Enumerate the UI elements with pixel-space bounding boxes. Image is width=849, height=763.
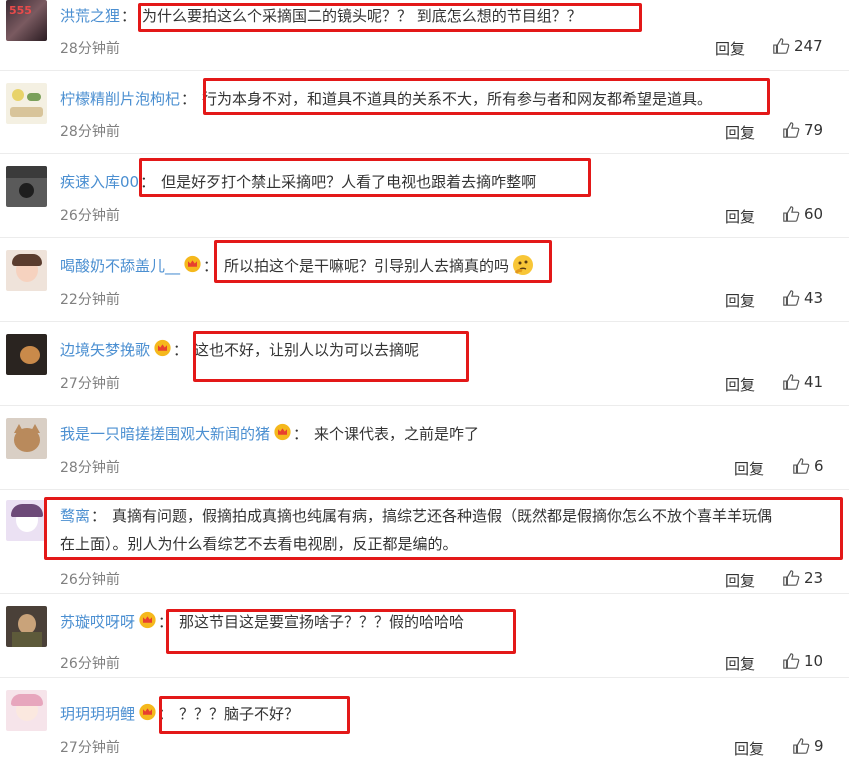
- timestamp: 28分钟前: [60, 41, 120, 57]
- username[interactable]: 边境矢梦挽歌: [60, 339, 150, 360]
- vip-crown-icon: [274, 423, 291, 441]
- like-button[interactable]: 60: [782, 205, 823, 223]
- avatar[interactable]: [6, 418, 47, 459]
- like-button[interactable]: 41: [782, 373, 823, 391]
- like-count: 23: [804, 569, 824, 587]
- highlight-box: [138, 3, 642, 32]
- vip-crown-icon: [139, 703, 156, 721]
- timestamp: 22分钟前: [60, 292, 120, 308]
- like-button[interactable]: 79: [782, 121, 823, 139]
- timestamp: 27分钟前: [60, 376, 120, 392]
- like-button[interactable]: 43: [782, 289, 823, 307]
- avatar[interactable]: [6, 250, 47, 291]
- comment-item: 苏璇哎呀呀 ：那这节目这是要宣扬啥子？？？假的哈哈哈 26分钟前 回复 10: [0, 594, 849, 677]
- like-count: 6: [814, 457, 824, 475]
- username[interactable]: 疾速入库00: [60, 171, 139, 192]
- comment-item: 我是一只暗搓搓围观大新闻的猪 ： 来个课代表，之前是咋了 28分钟前 回复 6: [0, 406, 849, 489]
- username[interactable]: 苏璇哎呀呀: [60, 611, 135, 632]
- highlight-box: [166, 609, 516, 654]
- highlight-box: [44, 497, 843, 560]
- comment-item: 边境矢梦挽歌 ：这也不好，让别人以为可以去摘呢 27分钟前 回复 41: [0, 322, 849, 405]
- like-button[interactable]: 23: [782, 569, 823, 587]
- thumbs-up-icon: [783, 374, 800, 390]
- avatar[interactable]: [6, 83, 47, 124]
- timestamp: 26分钟前: [60, 208, 120, 224]
- colon: ：: [293, 424, 309, 443]
- avatar[interactable]: [6, 690, 47, 731]
- username[interactable]: 我是一只暗搓搓围观大新闻的猪: [60, 423, 270, 444]
- like-button[interactable]: 247: [772, 37, 823, 55]
- highlight-box: [159, 696, 350, 734]
- reply-button[interactable]: 回复: [734, 458, 764, 479]
- colon: ：: [181, 89, 197, 108]
- like-count: 10: [804, 652, 824, 670]
- comment-item: 柠檬精削片泡枸杞：行为本身不对，和道具不道具的关系不大，所有参与者和网友都希望是…: [0, 71, 849, 153]
- comment-item: 555 洪荒之狸：为什么要拍这么个采摘国二的镜头呢？？ 到底怎么想的节目组？？ …: [0, 0, 849, 70]
- timestamp: 28分钟前: [60, 460, 120, 476]
- avatar[interactable]: [6, 334, 47, 375]
- like-button[interactable]: 6: [792, 457, 824, 475]
- like-button[interactable]: 9: [792, 737, 824, 755]
- username[interactable]: 洪荒之狸: [60, 5, 120, 26]
- vip-crown-icon: [139, 611, 156, 629]
- avatar[interactable]: 555: [6, 0, 47, 41]
- thumbs-up-icon: [783, 290, 800, 306]
- thumbs-up-icon: [783, 653, 800, 669]
- like-count: 79: [804, 121, 824, 139]
- timestamp: 28分钟前: [60, 124, 120, 140]
- timestamp: 26分钟前: [60, 656, 120, 672]
- avatar[interactable]: [6, 606, 47, 647]
- avatar[interactable]: [6, 166, 47, 207]
- colon: ：: [173, 340, 189, 359]
- vip-crown-icon: [184, 255, 201, 273]
- reply-button[interactable]: 回复: [725, 122, 755, 143]
- vip-crown-icon: [154, 339, 171, 357]
- like-count: 247: [794, 37, 823, 55]
- comment-item: 鹜离：真摘有问题，假摘拍成真摘也纯属有病，搞综艺还各种造假（既然都是假摘你怎么不…: [0, 490, 849, 593]
- reply-button[interactable]: 回复: [725, 374, 755, 395]
- username[interactable]: 柠檬精削片泡枸杞: [60, 88, 180, 109]
- colon: ：: [121, 6, 137, 25]
- reply-button[interactable]: 回复: [725, 290, 755, 311]
- like-button[interactable]: 10: [782, 652, 823, 670]
- highlight-box: [214, 240, 552, 283]
- thumbs-up-icon: [783, 570, 800, 586]
- reply-button[interactable]: 回复: [725, 570, 755, 591]
- comment-item: 喝酸奶不舔盖儿__ ：所以拍这个是干嘛呢？引导别人去摘真的吗 22分钟前 回复 …: [0, 238, 849, 321]
- timestamp: 26分钟前: [60, 572, 120, 588]
- reply-button[interactable]: 回复: [725, 653, 755, 674]
- reply-button[interactable]: 回复: [725, 206, 755, 227]
- comment-text: 来个课代表，之前是咋了: [314, 424, 480, 443]
- thumbs-up-icon: [793, 458, 810, 474]
- highlight-box: [139, 158, 591, 197]
- like-count: 60: [804, 205, 824, 223]
- comment-item: 疾速入库00：但是好歹打个禁止采摘吧？人看了电视也跟着去摘咋整啊 26分钟前 回…: [0, 154, 849, 237]
- reply-button[interactable]: 回复: [734, 738, 764, 759]
- thumbs-up-icon: [793, 738, 810, 754]
- like-count: 43: [804, 289, 824, 307]
- highlight-box: [203, 78, 770, 115]
- like-count: 9: [814, 737, 824, 755]
- like-count: 41: [804, 373, 824, 391]
- username[interactable]: 喝酸奶不舔盖儿__: [60, 255, 180, 276]
- highlight-box: [193, 331, 469, 382]
- timestamp: 27分钟前: [60, 740, 120, 756]
- thumbs-up-icon: [773, 38, 790, 54]
- comment-item: 玥玥玥玥鲤 ：？？？脑子不好？ 27分钟前 回复 9: [0, 678, 849, 763]
- thumbs-up-icon: [783, 122, 800, 138]
- avatar[interactable]: [6, 500, 47, 541]
- thumbs-up-icon: [783, 206, 800, 222]
- reply-button[interactable]: 回复: [715, 38, 745, 59]
- username[interactable]: 玥玥玥玥鲤: [60, 703, 135, 724]
